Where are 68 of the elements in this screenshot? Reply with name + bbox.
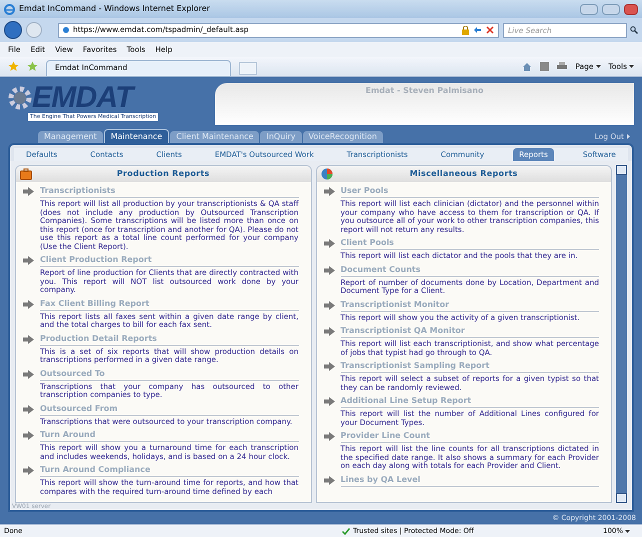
lock-icon [462, 26, 469, 34]
arrow-icon [324, 397, 334, 406]
panel-title: Miscellaneous Reports [410, 168, 518, 180]
printer-icon[interactable] [557, 62, 568, 71]
report-link[interactable]: Client Pools [340, 237, 599, 250]
arrow-icon [23, 300, 34, 308]
report-link[interactable]: Outsourced To [40, 368, 298, 380]
arrow-icon [324, 432, 334, 441]
add-favorite-icon[interactable] [27, 61, 38, 72]
report-link[interactable]: Outsourced From [40, 402, 298, 416]
arrow-icon [324, 300, 334, 310]
arrow-icon [324, 187, 334, 196]
report-link[interactable]: Production Detail Reports [40, 332, 298, 346]
close-button[interactable] [624, 4, 638, 14]
back-button[interactable] [4, 21, 22, 39]
arrow-icon [324, 239, 334, 248]
checkmark-icon [342, 528, 350, 534]
report-link[interactable]: Transcriptionists [40, 185, 298, 198]
main-tab[interactable]: Maintenance [104, 129, 170, 143]
gear-icon [8, 86, 32, 110]
arrow-icon [324, 266, 334, 274]
arrow-icon [23, 404, 34, 414]
briefcase-icon [20, 168, 32, 180]
main-tab[interactable]: VoiceRecognition [302, 131, 383, 143]
user-banner: Emdat - Steven Palmisano [215, 83, 634, 125]
report-link[interactable]: Transcriptionist QA Monitor [340, 325, 599, 338]
report-link[interactable]: Provider Line Count [340, 430, 599, 443]
arrow-icon [23, 256, 34, 265]
window-title: Emdat InCommand - Windows Internet Explorer [19, 3, 211, 15]
star-icon[interactable] [8, 61, 19, 72]
arrow-icon [23, 431, 34, 440]
caret-icon [596, 65, 601, 68]
main-tab[interactable]: Client Maintenance [170, 131, 260, 143]
search-icon[interactable] [630, 26, 638, 34]
minimize-button[interactable] [580, 4, 598, 14]
new-tab-button[interactable] [239, 62, 257, 74]
caret-icon [627, 134, 630, 139]
arrow-icon [23, 187, 34, 196]
report-link[interactable]: Lines by QA Level [340, 474, 599, 486]
report-link[interactable]: Document Counts [340, 264, 599, 276]
report-link[interactable]: Fax Client Billing Report [40, 298, 298, 310]
report-link[interactable]: Turn Around [40, 429, 298, 442]
close-icon [486, 26, 494, 34]
scroll-down-icon[interactable] [616, 493, 627, 503]
arrow-icon [324, 476, 334, 484]
caret-icon [629, 65, 634, 68]
report-link[interactable]: Client Production Report [40, 254, 298, 267]
arrow-icon [23, 370, 34, 378]
report-link[interactable]: Transcriptionist Monitor [340, 298, 599, 312]
arrow-icon [324, 327, 334, 336]
report-link[interactable]: Turn Around Compliance [40, 464, 298, 477]
scroll-up-icon[interactable] [616, 165, 627, 175]
pie-chart-icon [320, 168, 332, 180]
home-icon[interactable] [522, 62, 532, 72]
report-link[interactable]: User Pools [340, 185, 599, 198]
main-tab[interactable]: InQuiry [260, 131, 302, 143]
scrollbar[interactable] [616, 165, 627, 503]
arrow-icon [23, 334, 34, 344]
main-tab[interactable]: Management [38, 131, 103, 143]
report-link[interactable]: Transcriptionist Sampling Report [340, 360, 599, 373]
arrow-icon [324, 362, 334, 371]
browser-icon [4, 4, 15, 14]
panel-title: Production Reports [116, 168, 210, 180]
forward-button[interactable] [26, 22, 42, 38]
maximize-button[interactable] [602, 4, 620, 14]
report-link[interactable]: Additional Line Setup Report [340, 395, 599, 408]
caret-icon [625, 530, 630, 532]
arrow-icon [23, 466, 34, 475]
